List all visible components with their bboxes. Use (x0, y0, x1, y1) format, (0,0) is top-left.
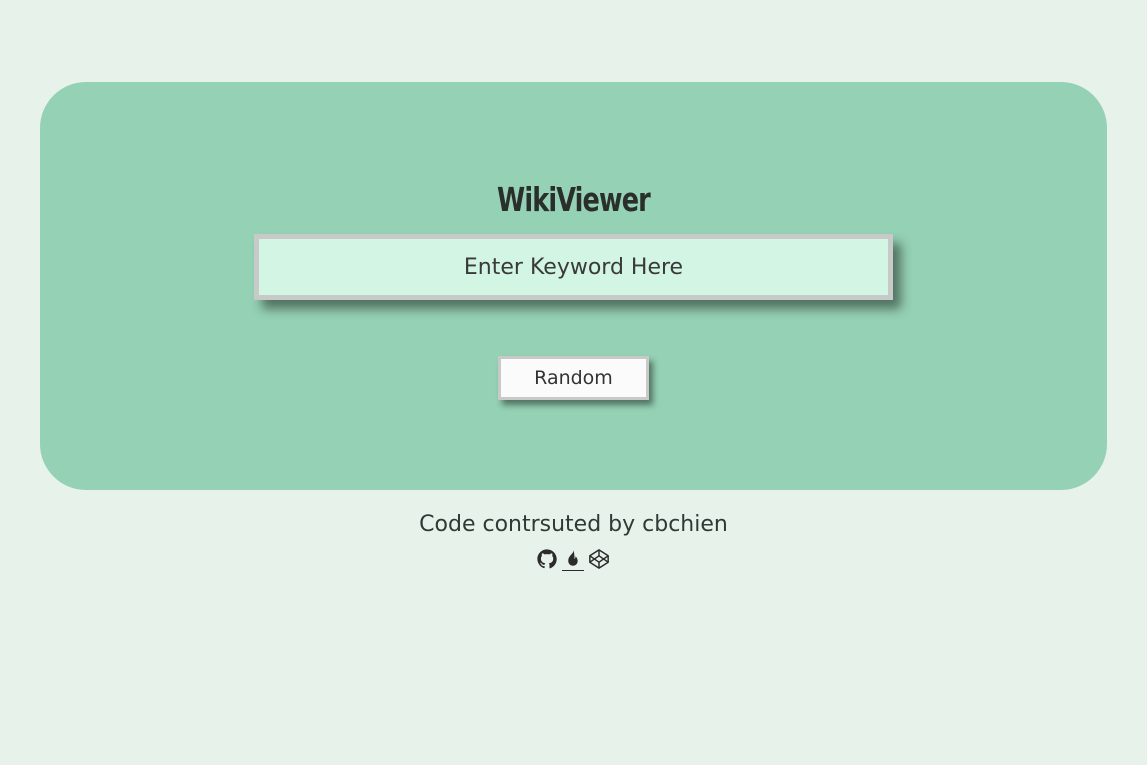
codepen-icon[interactable] (588, 548, 610, 570)
search-input[interactable] (254, 234, 893, 300)
footer-links (536, 545, 612, 573)
freecodecamp-icon[interactable] (562, 548, 584, 571)
github-icon[interactable] (536, 548, 558, 570)
random-button[interactable]: Random (498, 356, 649, 400)
footer-credit: Code contrsuted by cbchien (419, 512, 728, 537)
page-title: WikiViewer (497, 180, 651, 219)
